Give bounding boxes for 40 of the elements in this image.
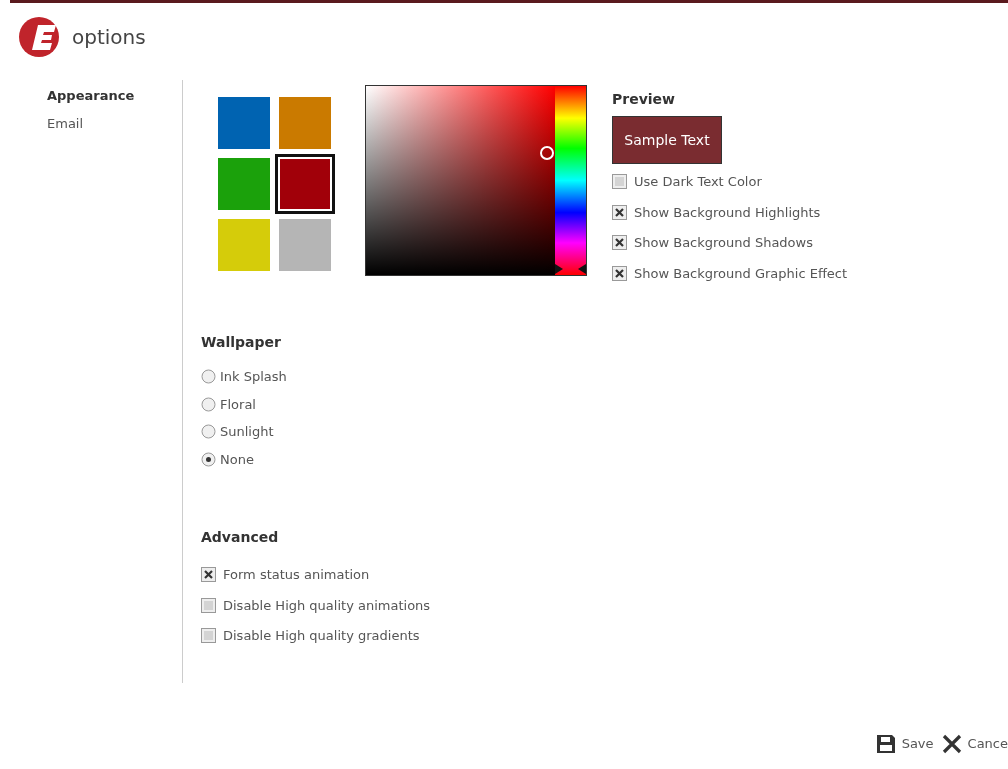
preview-heading: Preview: [612, 90, 676, 109]
section-heading: Wallpaper: [201, 333, 282, 352]
checkbox-label[interactable]: Show Background Highlights: [634, 202, 821, 222]
checkbox-label[interactable]: Form status animation: [223, 565, 370, 585]
save-button[interactable]: Save: [875, 734, 934, 754]
checkbox[interactable]: [201, 567, 216, 583]
radio-label[interactable]: Ink Splash: [220, 367, 287, 387]
checkbox[interactable]: [201, 597, 216, 613]
checkbox[interactable]: [612, 235, 627, 251]
sidebar-item[interactable]: Appearance: [47, 86, 182, 106]
checkbox-label[interactable]: Disable High quality animations: [223, 595, 431, 615]
window-title: options: [72, 24, 146, 51]
checkbox[interactable]: [612, 174, 627, 190]
radio-button[interactable]: [201, 369, 216, 385]
checkbox-label[interactable]: Use Dark Text Color: [634, 172, 762, 192]
checkbox[interactable]: [612, 265, 627, 281]
section-heading: Advanced: [201, 528, 280, 547]
color-swatch[interactable]: [218, 219, 270, 271]
radio-button[interactable]: [201, 451, 216, 467]
logo-icon: [18, 16, 62, 58]
sample-text-preview: Sample Text: [612, 116, 722, 164]
radio-button[interactable]: [201, 424, 216, 440]
color-swatch[interactable]: [279, 97, 331, 149]
color-swatch[interactable]: [275, 154, 335, 214]
color-swatch[interactable]: [218, 97, 270, 149]
checkbox[interactable]: [612, 204, 627, 220]
radio-button[interactable]: [201, 396, 216, 412]
checkbox-label[interactable]: Disable High quality gradients: [223, 626, 420, 646]
sidebar-item[interactable]: Email: [47, 113, 182, 133]
cancel-button[interactable]: Cance: [941, 734, 1008, 754]
color-swatch[interactable]: [218, 158, 270, 210]
checkbox-label[interactable]: Show Background Shadows: [634, 233, 813, 253]
checkbox[interactable]: [201, 628, 216, 644]
checkbox-label[interactable]: Show Background Graphic Effect: [634, 263, 848, 283]
color-swatch[interactable]: [279, 219, 331, 271]
close-icon: [941, 734, 962, 754]
radio-label[interactable]: Sunlight: [220, 422, 274, 442]
radio-label[interactable]: None: [220, 449, 254, 469]
radio-label[interactable]: Floral: [220, 394, 256, 414]
color-picker[interactable]: [365, 85, 587, 276]
